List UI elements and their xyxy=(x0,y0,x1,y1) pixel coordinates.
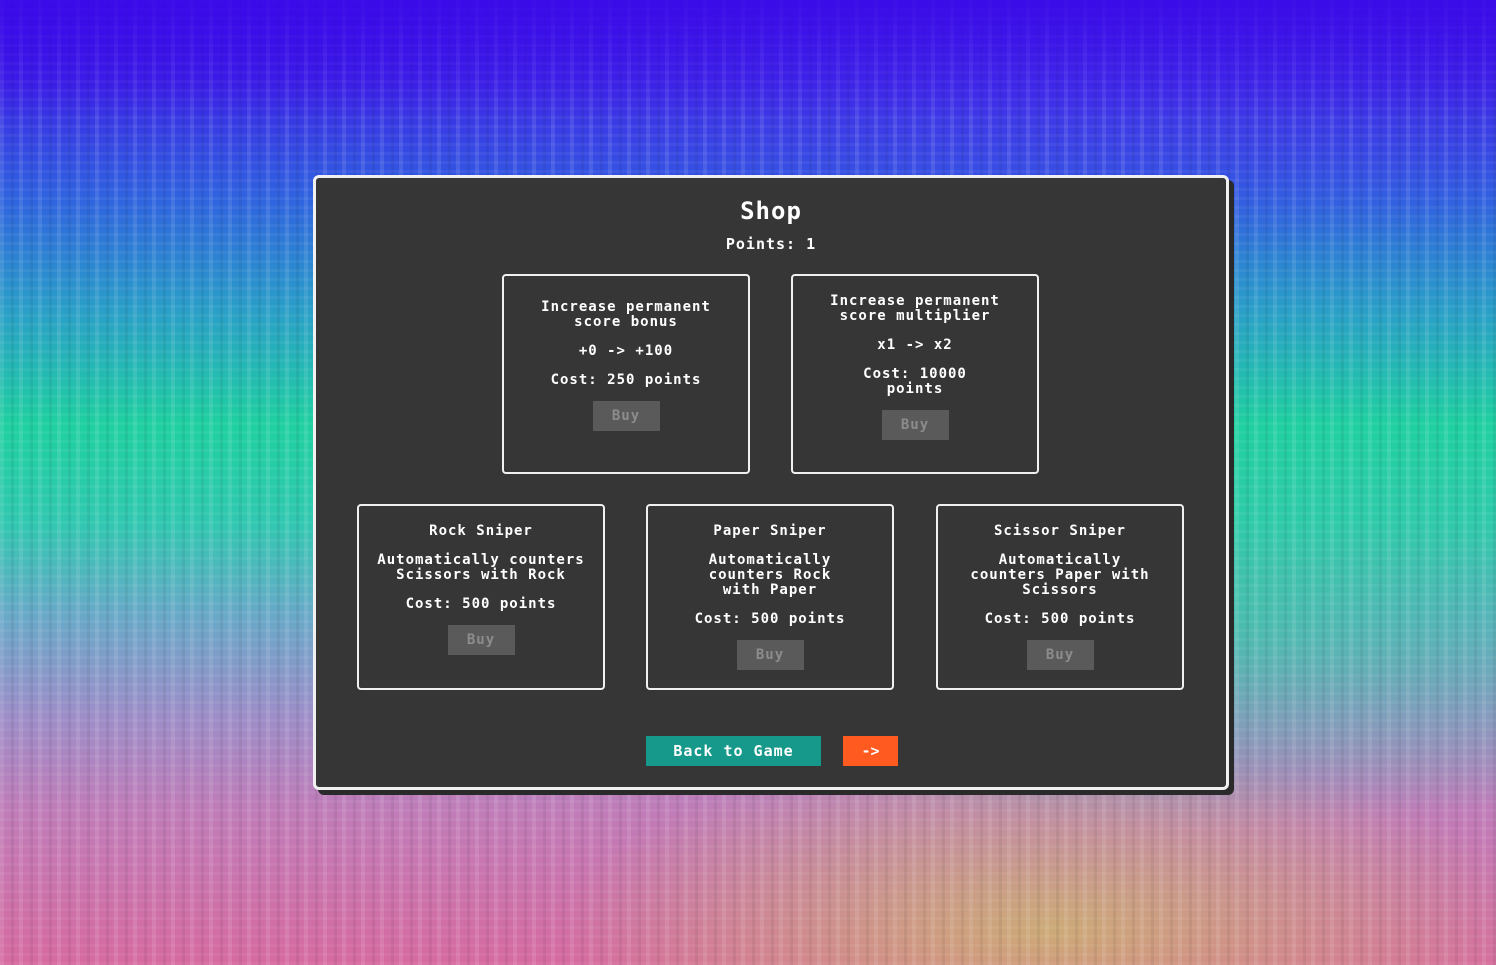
upgrade-cost: Cost: 10000 points xyxy=(863,366,967,397)
upgrade-title: Paper Sniper xyxy=(713,523,827,539)
buy-button[interactable]: Buy xyxy=(881,410,949,440)
upgrade-cost: Cost: 500 points xyxy=(984,611,1136,627)
shop-panel: Shop Points: 1 Increase permanent score … xyxy=(313,175,1229,790)
upgrade-card-score-multiplier: Increase permanent score multiplier x1 -… xyxy=(791,274,1039,474)
upgrade-title: Increase permanent score bonus xyxy=(541,299,711,330)
back-to-game-button[interactable]: Back to Game xyxy=(646,736,821,766)
upgrade-description: Automatically counters Paper with Scisso… xyxy=(970,552,1150,598)
background-top-band xyxy=(0,0,1496,120)
buy-button[interactable]: Buy xyxy=(736,640,804,670)
upgrade-title: Rock Sniper xyxy=(429,523,533,539)
points-display: Points: 1 xyxy=(725,235,817,253)
upgrade-title: Scissor Sniper xyxy=(993,523,1126,539)
buy-button[interactable]: Buy xyxy=(447,625,515,655)
upgrade-card-rock-sniper: Rock Sniper Automatically counters Sciss… xyxy=(357,504,605,690)
upgrade-cost: Cost: 500 points xyxy=(694,611,846,627)
upgrade-title: Increase permanent score multiplier xyxy=(830,293,1000,324)
upgrade-change: x1 -> x2 xyxy=(877,337,953,353)
upgrade-description: Automatically counters Scissors with Roc… xyxy=(377,552,585,583)
upgrade-card-score-bonus: Increase permanent score bonus +0 -> +10… xyxy=(502,274,750,474)
upgrade-card-scissor-sniper: Scissor Sniper Automatically counters Pa… xyxy=(936,504,1184,690)
upgrade-card-paper-sniper: Paper Sniper Automatically counters Rock… xyxy=(646,504,894,690)
upgrade-description: Automatically counters Rock with Paper xyxy=(708,552,832,598)
shop-title: Shop xyxy=(740,197,802,225)
next-arrow-button[interactable]: -> xyxy=(843,736,898,766)
buy-button[interactable]: Buy xyxy=(592,401,660,431)
upgrade-cost: Cost: 250 points xyxy=(550,372,702,388)
buy-button[interactable]: Buy xyxy=(1026,640,1094,670)
upgrade-cost: Cost: 500 points xyxy=(405,596,557,612)
upgrade-change: +0 -> +100 xyxy=(578,343,674,359)
